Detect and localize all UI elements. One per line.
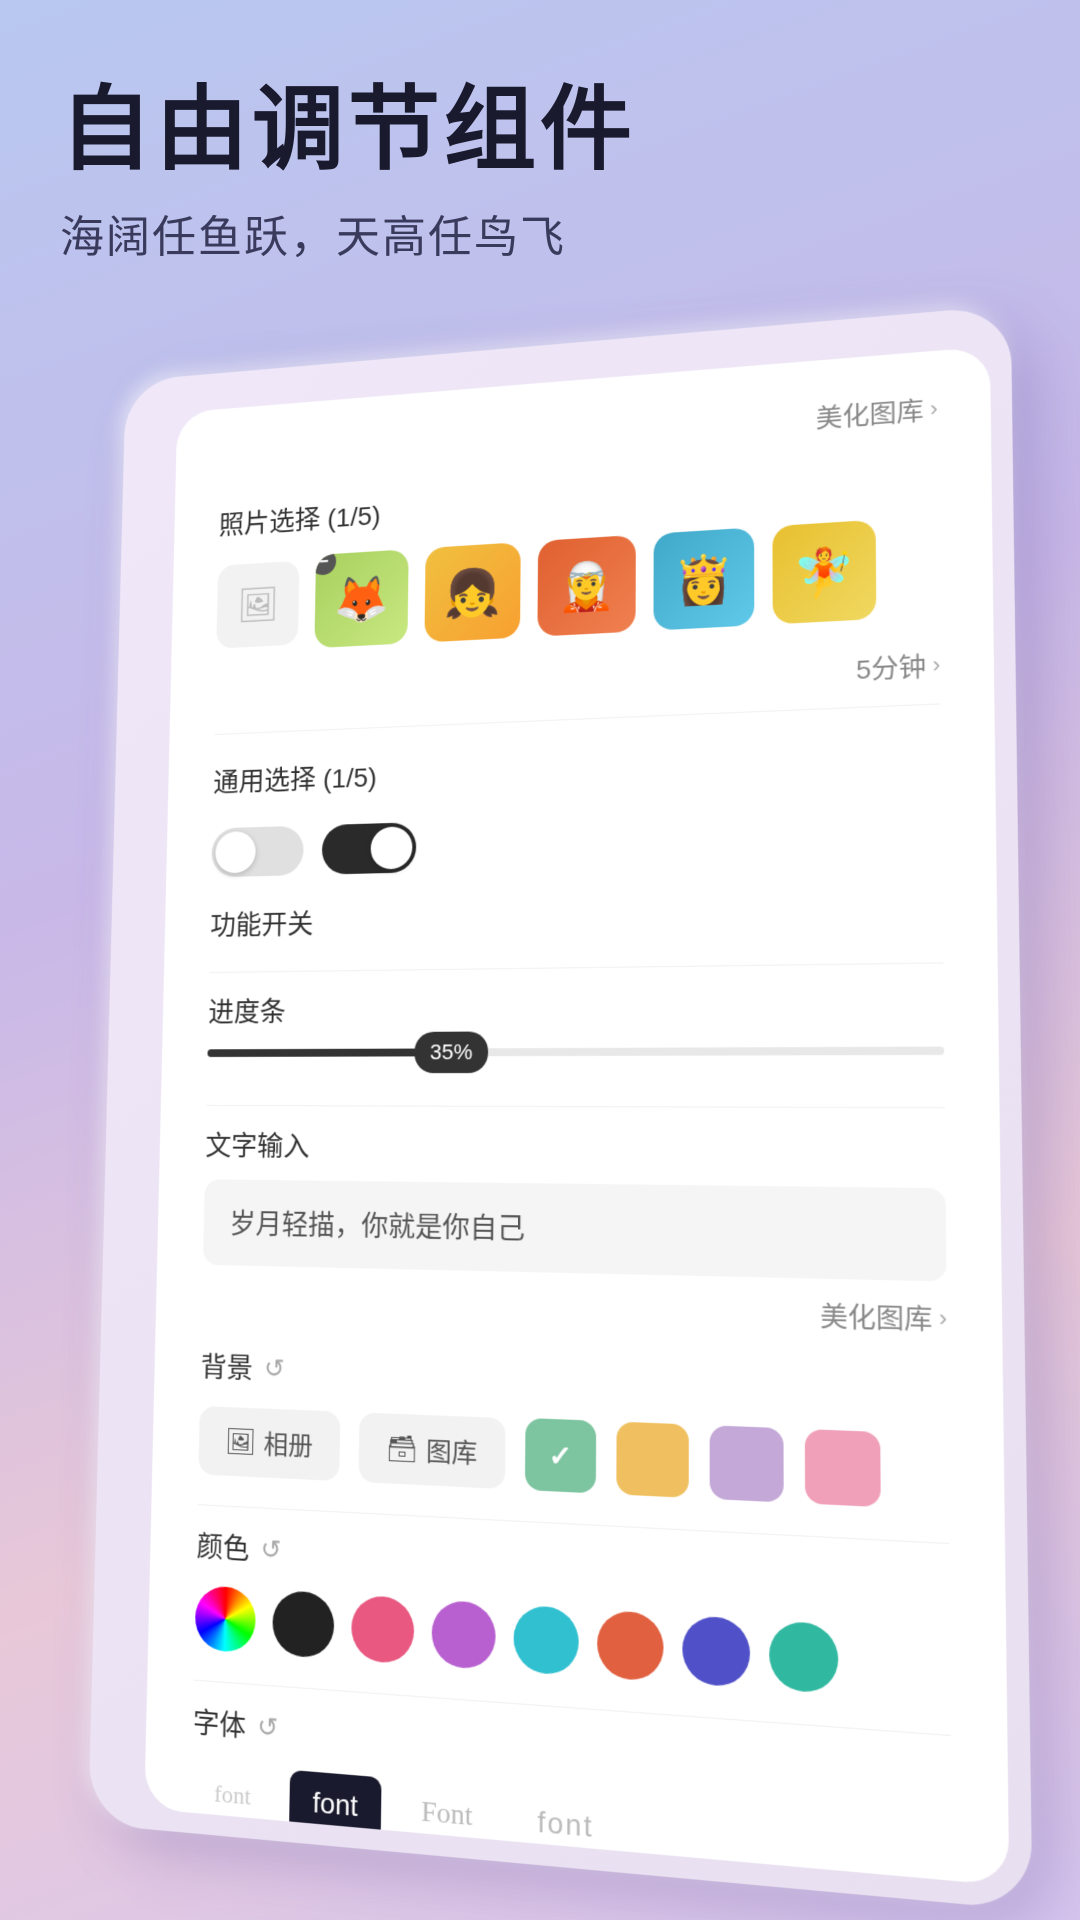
font-label: 字体 <box>193 1701 247 1746</box>
hero-subtitle: 海阔任鱼跃，天高任鸟飞 <box>60 201 636 265</box>
progress-value: 35% <box>414 1031 488 1073</box>
general-section-row: 通用选择 (1/5) <box>213 735 942 819</box>
general-section-label: 通用选择 (1/5) <box>213 757 377 801</box>
bg-color-green[interactable] <box>525 1418 596 1493</box>
add-image-icon: 🖼 <box>237 584 279 625</box>
color-black[interactable] <box>272 1590 335 1659</box>
album-icon: 🖼 <box>225 1425 257 1457</box>
toggle-off[interactable] <box>211 826 304 878</box>
color-orange[interactable] <box>597 1610 664 1682</box>
album-label: 相册 <box>263 1424 313 1463</box>
bg-section-header: 背景 ↺ <box>200 1346 948 1413</box>
photo-thumb-4[interactable]: 👸 <box>653 527 754 630</box>
photo-illustration-3: 🧝 <box>537 535 635 637</box>
hero-section: 自由调节组件 海阔任鱼跃，天高任鸟飞 <box>60 80 636 265</box>
text-beautify-link[interactable]: 美化图库 › <box>202 1280 947 1338</box>
hero-title: 自由调节组件 <box>60 80 636 181</box>
timer-chevron-icon: › <box>932 651 940 678</box>
photo-illustration-4: 👸 <box>653 527 754 630</box>
add-photo-button[interactable]: 🖼 <box>216 561 299 649</box>
text-beautify-text: 美化图库 <box>820 1295 933 1337</box>
toggle-on-thumb <box>370 826 412 869</box>
progress-thumb[interactable]: 35% <box>414 1031 488 1073</box>
toggle-on[interactable] <box>322 822 417 874</box>
font-reset-icon[interactable]: ↺ <box>257 1710 278 1743</box>
text-input-label: 文字输入 <box>205 1125 945 1171</box>
divider-2 <box>206 1105 944 1108</box>
photo-thumb-3[interactable]: 🧝 <box>537 535 635 637</box>
photo-thumb-2[interactable]: 👧 <box>424 542 520 642</box>
bg-controls: 🖼 相册 🗃 图库 <box>198 1405 949 1510</box>
text-beautify-chevron: › <box>939 1304 947 1332</box>
toggle-group <box>211 806 942 877</box>
color-pink-red[interactable] <box>351 1595 414 1665</box>
photo-thumb-1[interactable]: − 🦊 <box>314 549 408 648</box>
gallery-icon: 🗃 <box>386 1432 419 1465</box>
photo-illustration-5: 🧚 <box>772 520 876 625</box>
color-label: 颜色 <box>196 1525 249 1568</box>
album-button[interactable]: 🖼 相册 <box>198 1406 340 1481</box>
bg-label: 背景 <box>200 1346 253 1387</box>
font-sample-script[interactable]: Font <box>397 1779 497 1851</box>
func-label: 功能开关 <box>210 890 943 943</box>
bg-reset-icon[interactable]: ↺ <box>264 1352 285 1383</box>
gallery-button[interactable]: 🗃 图库 <box>358 1412 505 1489</box>
font-sample-sans[interactable]: font <box>289 1770 382 1840</box>
color-cyan[interactable] <box>513 1605 578 1676</box>
bg-color-yellow[interactable] <box>616 1422 689 1498</box>
progress-track[interactable]: 35% <box>207 1047 944 1057</box>
text-input-box[interactable]: 岁月轻描，你就是你自己 <box>203 1179 947 1281</box>
background-section: 背景 ↺ 🖼 相册 🗃 图库 <box>198 1346 949 1510</box>
progress-label: 进度条 <box>208 984 944 1030</box>
toggle-off-thumb <box>215 831 256 874</box>
gallery-label: 图库 <box>426 1431 478 1471</box>
font-sample-serif[interactable]: font <box>191 1764 274 1828</box>
beautify-link-text: 美化图库 <box>816 391 924 435</box>
photo-thumb-5[interactable]: 🧚 <box>772 520 876 625</box>
font-section: 字体 ↺ font font Font font <box>191 1701 953 1886</box>
color-wheel[interactable] <box>195 1585 257 1653</box>
color-section: 颜色 ↺ <box>195 1525 951 1702</box>
color-blue[interactable] <box>682 1615 750 1688</box>
timer-row[interactable]: 5分钟 › <box>214 646 940 735</box>
chevron-right-icon: › <box>930 395 938 421</box>
bg-color-purple[interactable] <box>710 1425 784 1502</box>
timer-text: 5分钟 <box>856 647 926 687</box>
color-purple[interactable] <box>431 1600 495 1671</box>
font-sample-light[interactable]: font <box>513 1788 619 1861</box>
color-reset-icon[interactable]: ↺ <box>260 1533 281 1565</box>
photo-row: 🖼 − 🦊 👧 🧝 👸 🧚 <box>216 516 940 654</box>
divider-1 <box>209 962 943 973</box>
settings-card: 美化图库 › 照片选择 (1/5) 🖼 − 🦊 👧 🧝 <box>144 346 1009 1886</box>
phone-mockup: 美化图库 › 照片选择 (1/5) 🖼 − 🦊 👧 🧝 <box>88 305 1032 1910</box>
photo-illustration-2: 👧 <box>424 542 520 642</box>
bg-color-pink[interactable] <box>805 1429 881 1507</box>
color-teal[interactable] <box>769 1620 838 1694</box>
